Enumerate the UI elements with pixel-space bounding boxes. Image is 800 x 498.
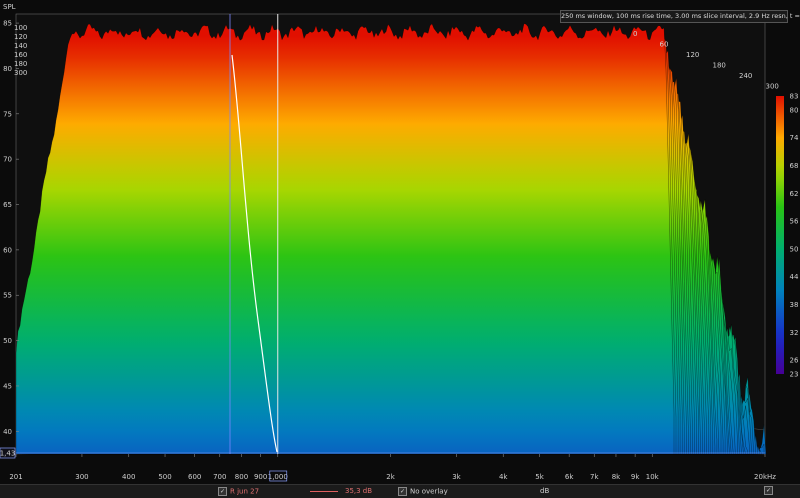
check-icon[interactable]: ✓ bbox=[398, 487, 407, 496]
y-tick-label: 40 bbox=[3, 428, 12, 436]
y-tick-label: 80 bbox=[3, 65, 12, 73]
time-axis-label: 300 bbox=[766, 83, 779, 91]
time-axis-label: 60 bbox=[660, 41, 669, 49]
colorbar-tick-label: 62 bbox=[790, 190, 799, 198]
waterfall-window: SPL 85 80 75 70 65 60 55 50 45 40 100 120 140 160 180 30… bbox=[0, 0, 800, 498]
x-tick-label: 8k bbox=[612, 473, 621, 481]
slice-time-label: 160 bbox=[14, 51, 27, 59]
y-axis-label: SPL bbox=[3, 3, 16, 11]
slice-time-label: 180 bbox=[14, 60, 27, 68]
y-tick-label: 75 bbox=[3, 110, 12, 118]
overlay-toggle[interactable]: ✓ No overlay bbox=[398, 487, 448, 496]
x-tick-label: 700 bbox=[213, 473, 226, 481]
colorbar-tick-label: 26 bbox=[790, 357, 799, 365]
slice-time-label: 300 bbox=[14, 69, 27, 77]
colorbar-tick-label: 50 bbox=[790, 245, 799, 253]
y-tick-label: 65 bbox=[3, 201, 12, 209]
y-tick-label: 70 bbox=[3, 156, 12, 164]
status-bar: ✓ R jun 27 35,3 dB ✓ No overlay dB ✓ bbox=[0, 484, 800, 498]
colorbar-tick-label: 83 bbox=[790, 93, 799, 101]
x-tick-label: 4k bbox=[499, 473, 508, 481]
x-tick-label: 900 bbox=[254, 473, 267, 481]
slice-time-label: 100 bbox=[14, 24, 27, 32]
measurement-name: R jun 27 bbox=[230, 487, 260, 496]
colorbar-tick-label: 74 bbox=[790, 134, 799, 142]
colorbar-tick-label: 68 bbox=[790, 162, 799, 170]
x-tick-label: 500 bbox=[158, 473, 171, 481]
colorbar bbox=[776, 96, 784, 374]
unit-label: dB bbox=[540, 487, 550, 495]
overlay-label: No overlay bbox=[410, 487, 448, 496]
colorbar-tick-label: 23 bbox=[790, 371, 799, 379]
x-tick-label: 600 bbox=[188, 473, 201, 481]
y-tick-label: 85 bbox=[3, 20, 12, 28]
slice-time-label: 120 bbox=[14, 33, 27, 41]
time-axis-label: 0 bbox=[633, 30, 637, 38]
settings-toggle[interactable]: ✓ bbox=[764, 486, 776, 495]
time-axis-label: 180 bbox=[713, 62, 726, 70]
x-tick-label: 20kHz bbox=[754, 473, 776, 481]
y-tick-label: 45 bbox=[3, 382, 12, 390]
y-cursor-value: 1,43 bbox=[0, 450, 15, 458]
colorbar-tick-label: 38 bbox=[790, 301, 799, 309]
y-tick-label: 55 bbox=[3, 292, 12, 300]
y-tick-label: 60 bbox=[3, 246, 12, 254]
check-icon[interactable]: ✓ bbox=[218, 487, 227, 496]
x-tick-label: 3k bbox=[452, 473, 461, 481]
y-tick-label: 50 bbox=[3, 337, 12, 345]
x-tick-label: 300 bbox=[75, 473, 88, 481]
waterfall-plot[interactable]: SPL8580757065605550454010012014016018030… bbox=[0, 0, 800, 484]
x-tick-label: 7k bbox=[590, 473, 599, 481]
x-tick-label: 2k bbox=[386, 473, 395, 481]
time-axis-label: 120 bbox=[686, 51, 699, 59]
time-axis-label: 240 bbox=[739, 72, 752, 80]
waterfall-surface bbox=[15, 23, 767, 455]
check-icon[interactable]: ✓ bbox=[764, 486, 773, 495]
level-readout: 35,3 dB bbox=[345, 487, 373, 495]
slice-time-label: 140 bbox=[14, 42, 27, 50]
colorbar-tick-label: 56 bbox=[790, 218, 799, 226]
colorbar-tick-label: 32 bbox=[790, 329, 799, 337]
colorbar-tick-label: 44 bbox=[790, 273, 799, 281]
x-tick-label: 201 bbox=[9, 473, 22, 481]
x-tick-label: 400 bbox=[122, 473, 135, 481]
waterfall-slice bbox=[15, 23, 675, 455]
x-tick-label: 1,000 bbox=[268, 473, 288, 481]
trace-color-swatch bbox=[310, 491, 338, 492]
x-tick-label: 6k bbox=[565, 473, 574, 481]
x-tick-label: 5k bbox=[535, 473, 544, 481]
x-tick-label: 800 bbox=[235, 473, 248, 481]
measurement-toggle[interactable]: ✓ R jun 27 bbox=[218, 487, 259, 496]
info-box: 250 ms window, 100 ms rise time, 3.00 ms… bbox=[560, 10, 800, 23]
x-tick-label: 10k bbox=[646, 473, 660, 481]
x-tick-label: 9k bbox=[631, 473, 640, 481]
colorbar-tick-label: 80 bbox=[790, 106, 799, 114]
